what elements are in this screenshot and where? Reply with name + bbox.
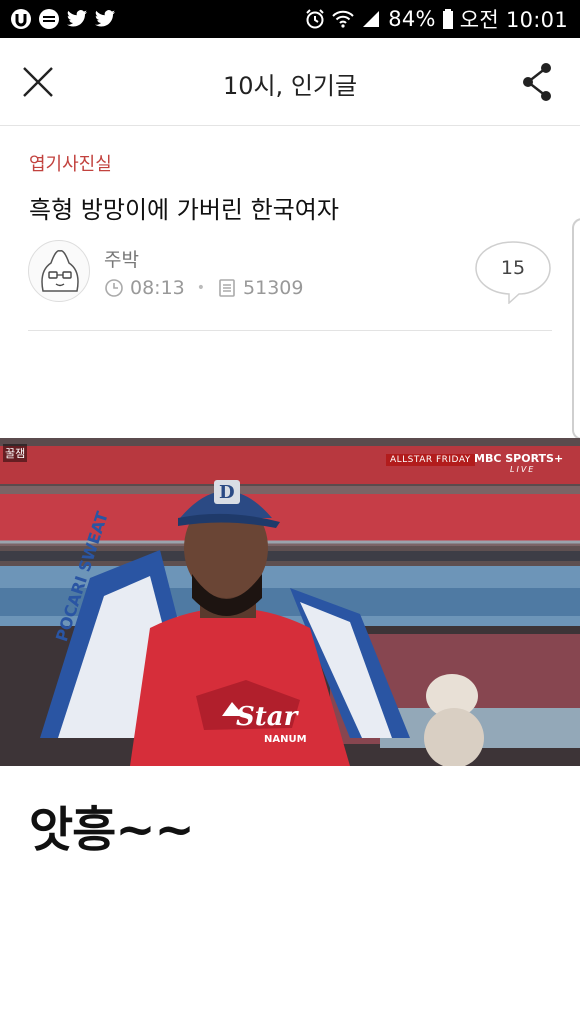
comment-count: 15 xyxy=(500,257,526,279)
post-body-caption: 앗흥~~ xyxy=(29,802,195,858)
comment-button[interactable]: 15 xyxy=(474,240,552,304)
twitter-icon xyxy=(94,8,116,30)
video-frame[interactable]: 꿀잼 ALLSTAR FRIDAY MBC SPORTS+ LIVE D Sta… xyxy=(0,438,580,766)
status-right: 84% 오전 10:01 xyxy=(304,4,580,34)
article-meta: 08:13 • 51309 xyxy=(104,277,303,299)
ilove-pasta-icon xyxy=(38,8,60,30)
u-app-icon xyxy=(10,8,32,30)
status-left-icons xyxy=(0,8,116,30)
alarm-icon xyxy=(304,8,326,30)
jersey-name: NANUM xyxy=(264,734,307,745)
views-icon xyxy=(219,279,235,297)
category-label[interactable]: 엽기사진실 xyxy=(29,150,112,176)
status-bar: 84% 오전 10:01 xyxy=(0,0,580,38)
meta-separator: • xyxy=(196,280,206,296)
share-icon xyxy=(523,63,551,101)
wifi-icon xyxy=(332,8,354,30)
post-time: 08:13 xyxy=(130,277,185,299)
video-event-label: ALLSTAR FRIDAY xyxy=(386,454,475,466)
scroll-indicator[interactable] xyxy=(572,218,580,440)
author-name[interactable]: 주박 xyxy=(104,245,139,272)
article-title: 흑형 방망이에 가버린 한국여자 xyxy=(29,196,339,224)
jersey-text: Star xyxy=(236,702,298,732)
clock-icon xyxy=(105,279,123,297)
status-time: 오전 10:01 xyxy=(459,8,568,32)
video-channel-logo: MBC SPORTS+ xyxy=(474,452,564,465)
video-watermark: 꿀잼 xyxy=(3,444,28,462)
share-button[interactable] xyxy=(520,62,554,102)
signal-icon xyxy=(360,8,382,30)
app-header: 10시, 인기글 xyxy=(0,38,580,126)
battery-icon xyxy=(442,8,454,30)
battery-percent: 84% xyxy=(388,7,436,31)
view-count: 51309 xyxy=(243,277,304,299)
twitter-icon xyxy=(66,8,88,30)
video-live-label: LIVE xyxy=(510,465,536,474)
divider xyxy=(28,330,552,331)
avatar[interactable] xyxy=(28,240,90,302)
page-title: 10시, 인기글 xyxy=(222,72,358,100)
cap-logo: D xyxy=(219,482,235,503)
